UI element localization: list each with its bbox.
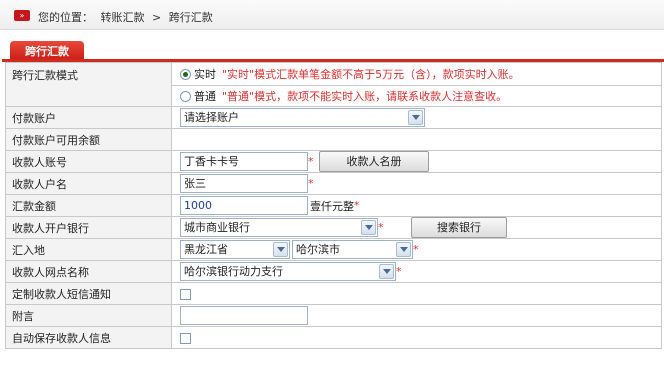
- search-bank-button[interactable]: 搜索银行: [411, 217, 507, 238]
- breadcrumb-transfer[interactable]: 转账汇款: [101, 11, 145, 24]
- form-row-payee-branch: 收款人网点名称 哈尔滨银行动力支行 *: [5, 260, 662, 283]
- payer-account-value: 请选择账户: [184, 111, 239, 124]
- chevron-down-icon: [379, 264, 394, 279]
- breadcrumb-bar: » 您的位置： 转账汇款 > 跨行汇款: [0, 0, 664, 30]
- payee-account-label: 收款人账号: [5, 150, 172, 173]
- payee-bank-required: *: [378, 221, 384, 234]
- amount-required: *: [354, 199, 360, 212]
- remarks-label: 附言: [5, 304, 172, 327]
- chevron-down-icon: [396, 242, 411, 257]
- form-row-mode: 跨行汇款模式 实时 "实时"模式汇款单笔金额不高于5万元（含），款项实时入账。: [5, 62, 662, 107]
- province-select[interactable]: 黑龙江省: [180, 240, 290, 259]
- transfer-form: 跨行汇款模式 实时 "实时"模式汇款单笔金额不高于5万元（含），款项实时入账。 普…: [5, 62, 662, 349]
- remarks-input[interactable]: [180, 306, 308, 325]
- amount-input[interactable]: 1000: [180, 196, 308, 215]
- payee-bank-select[interactable]: 城市商业银行: [180, 218, 378, 237]
- form-row-remit-location: 汇入地 黑龙江省 哈尔滨市 *: [5, 238, 662, 261]
- payer-account-select[interactable]: 请选择账户: [180, 108, 425, 127]
- payee-bank-value: 城市商业银行: [184, 221, 250, 234]
- sms-notify-checkbox[interactable]: [180, 288, 191, 300]
- sms-notify-label: 定制收款人短信通知: [5, 282, 172, 305]
- form-row-available-balance: 付款账户可用余额: [5, 128, 662, 151]
- form-row-remarks: 附言: [5, 304, 662, 327]
- payee-account-input[interactable]: 丁香卡卡号: [180, 152, 308, 171]
- amount-label: 汇款金额: [5, 194, 172, 217]
- payee-branch-select[interactable]: 哈尔滨银行动力支行: [180, 262, 396, 281]
- city-select[interactable]: 哈尔滨市: [292, 240, 413, 259]
- mode-normal-label[interactable]: 普通: [194, 90, 216, 103]
- breadcrumb-separator: >: [152, 11, 162, 24]
- payee-list-button[interactable]: 收款人名册: [319, 151, 429, 172]
- chevron-down-icon: [361, 220, 376, 235]
- mode-normal-radio[interactable]: [180, 90, 191, 102]
- form-row-payee-account: 收款人账号 丁香卡卡号 * 收款人名册: [5, 150, 662, 173]
- payee-branch-required: *: [396, 265, 402, 278]
- amount-in-words: 壹仟元整: [310, 199, 354, 213]
- payee-name-input[interactable]: 张三: [180, 174, 308, 193]
- form-row-payee-bank: 收款人开户银行 城市商业银行 * 搜索银行: [5, 216, 662, 239]
- mode-normal-cell: 普通 "普通"模式，款项不能实时入账，请联系收款人注意查收。: [171, 85, 662, 107]
- remit-location-label: 汇入地: [5, 238, 172, 261]
- arrow-icon: »: [14, 10, 30, 21]
- city-value: 哈尔滨市: [296, 243, 340, 256]
- form-row-payer-account: 付款账户 请选择账户: [5, 106, 662, 129]
- mode-realtime-cell: 实时 "实时"模式汇款单笔金额不高于5万元（含），款项实时入账。: [171, 62, 662, 86]
- mode-realtime-note: "实时"模式汇款单笔金额不高于5万元（含），款项实时入账。: [222, 68, 520, 81]
- auto-save-label: 自动保存收款人信息: [5, 326, 172, 349]
- breadcrumb-prefix: 您的位置：: [38, 11, 93, 24]
- province-value: 黑龙江省: [184, 243, 228, 256]
- payee-branch-value: 哈尔滨银行动力支行: [184, 265, 283, 278]
- form-row-auto-save: 自动保存收款人信息: [5, 326, 662, 349]
- breadcrumb-current: 跨行汇款: [168, 11, 213, 24]
- auto-save-checkbox[interactable]: [180, 332, 191, 344]
- chevron-down-icon: [273, 242, 288, 257]
- payee-name-label: 收款人户名: [5, 172, 172, 195]
- form-row-amount: 汇款金额 1000 壹仟元整*: [5, 194, 662, 217]
- mode-realtime-radio[interactable]: [180, 68, 191, 80]
- chevron-down-icon: [408, 110, 423, 125]
- payee-branch-label: 收款人网点名称: [5, 260, 172, 283]
- mode-realtime-label[interactable]: 实时: [194, 68, 216, 81]
- available-balance-label: 付款账户可用余额: [5, 128, 172, 151]
- payer-account-label: 付款账户: [5, 106, 172, 129]
- available-balance-value: [171, 128, 662, 151]
- payee-bank-label: 收款人开户银行: [5, 216, 172, 239]
- mode-normal-note: "普通"模式，款项不能实时入账，请联系收款人注意查收。: [222, 90, 508, 103]
- mode-label: 跨行汇款模式: [5, 62, 172, 107]
- payee-account-required: *: [308, 155, 314, 168]
- breadcrumb: 您的位置： 转账汇款 > 跨行汇款: [38, 9, 217, 25]
- remit-location-required: *: [413, 243, 419, 256]
- form-row-sms-notify: 定制收款人短信通知: [5, 282, 662, 305]
- form-row-payee-name: 收款人户名 张三 *: [5, 172, 662, 195]
- payee-name-required: *: [308, 177, 314, 190]
